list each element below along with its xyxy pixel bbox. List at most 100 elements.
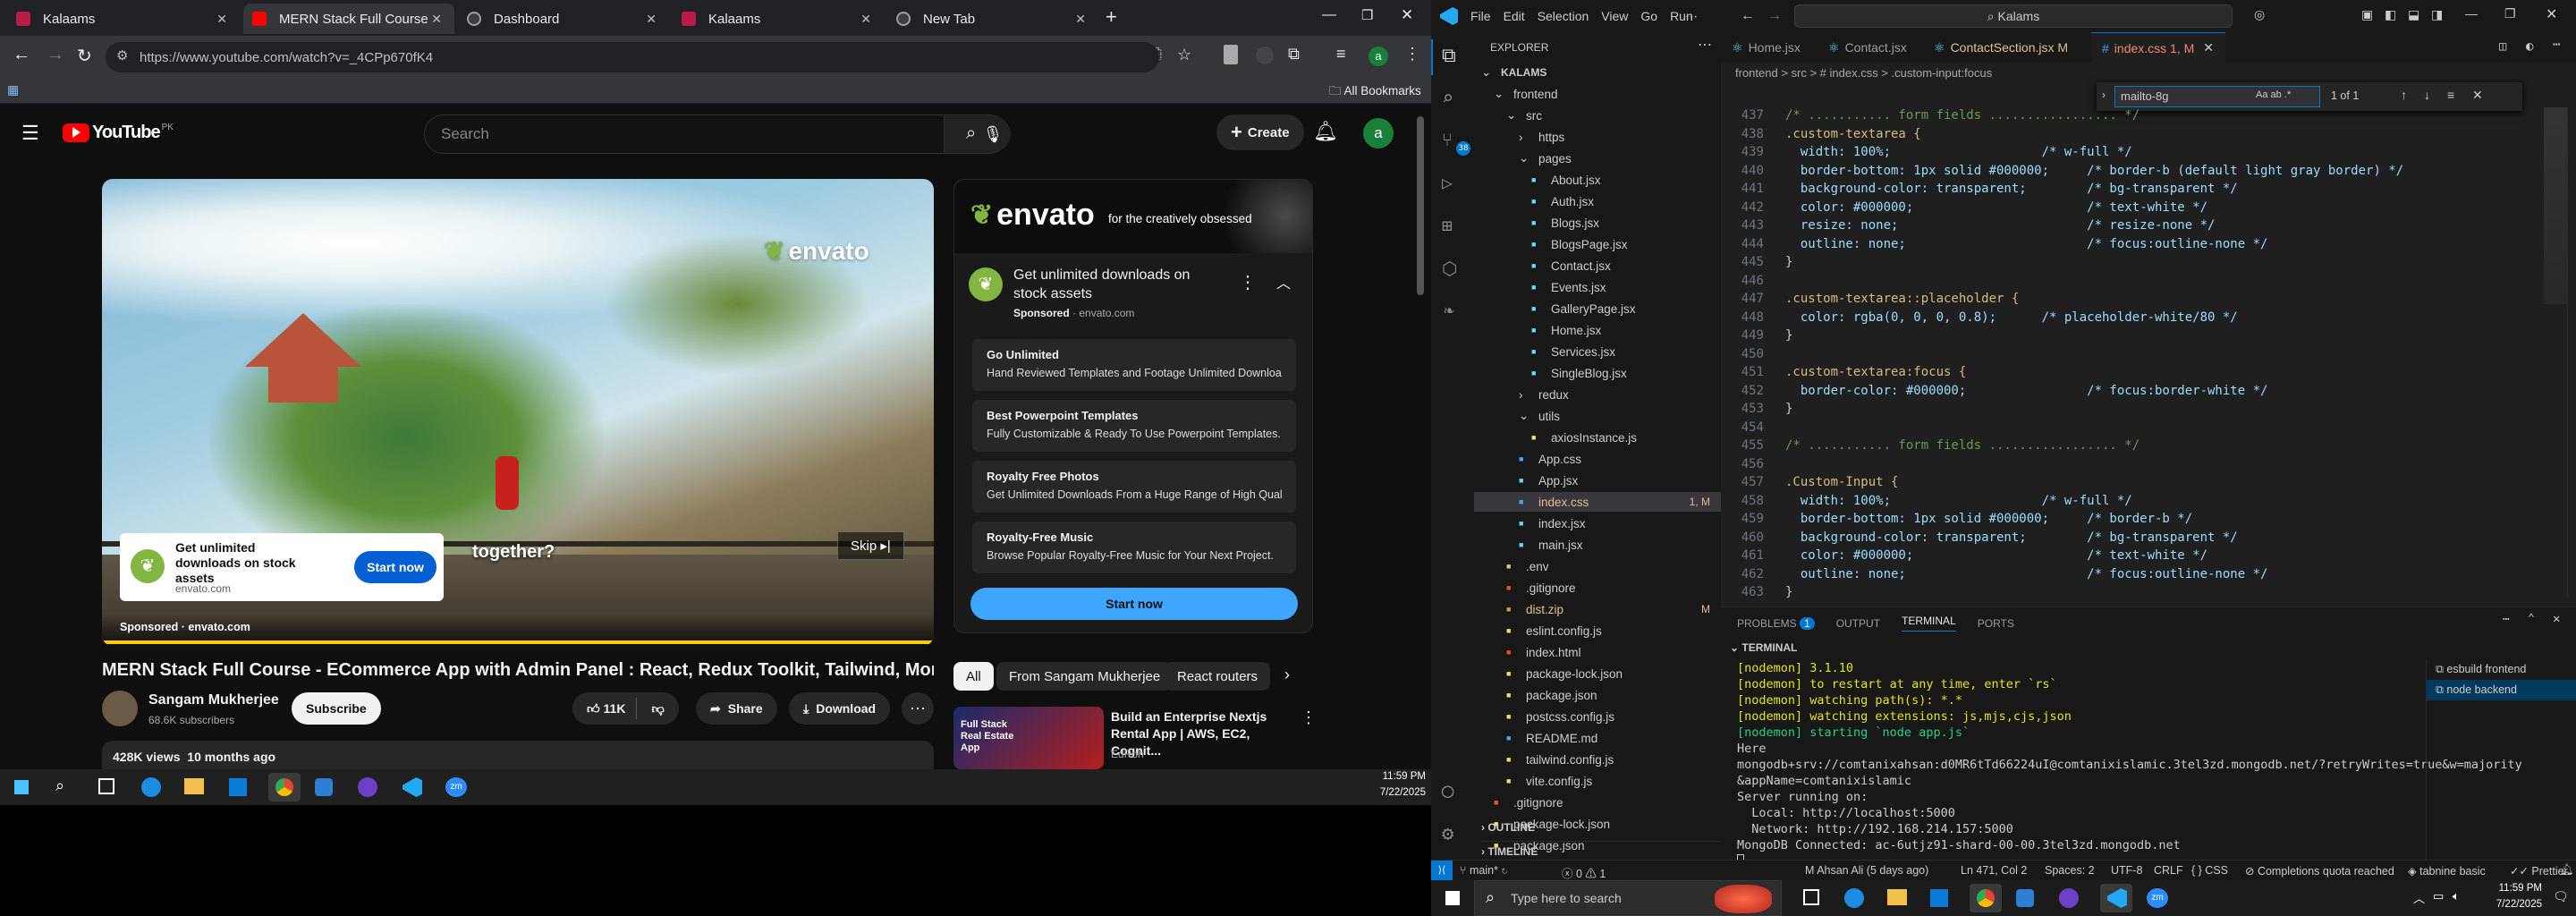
maximize-button[interactable]: ❐	[1361, 7, 1373, 23]
editor-tab-home[interactable]: ⚛ Home.jsx	[1721, 32, 1818, 63]
branch-indicator[interactable]: ⑂ main* ↻	[1460, 864, 1508, 877]
split-editor-icon[interactable]: ◫	[2499, 39, 2506, 54]
end-of-line[interactable]: CRLF	[2154, 864, 2183, 877]
menu-go[interactable]: Go	[1640, 9, 1657, 23]
nav-forward-icon[interactable]: →	[1767, 8, 1782, 24]
terminal-output[interactable]: [nodemon] 3.1.10 [nodemon] to restart at …	[1721, 661, 2522, 876]
vscode-icon[interactable]	[402, 777, 422, 797]
layout-icon[interactable]: ▣	[2361, 7, 2373, 22]
tab-dashboard[interactable]: Dashboard ✕	[458, 4, 669, 34]
tab-kalaams-1[interactable]: Kalaams ✕	[7, 4, 240, 34]
toggle-sidebar-icon[interactable]: ◧	[2385, 7, 2396, 22]
tabnine-status[interactable]: ◈ tabnine basic	[2408, 864, 2486, 878]
remote-indicator-icon[interactable]: ⟩⟨	[1431, 861, 1453, 881]
copilot-status[interactable]: ⊘ Completions quota reached	[2245, 864, 2394, 878]
volume-icon[interactable]: 🔈︎	[2453, 889, 2460, 903]
mongodb-icon[interactable]: ❧	[1444, 299, 1454, 320]
channel-avatar[interactable]	[102, 691, 138, 726]
tree-item[interactable]: ■ vite.config.js	[1474, 771, 1721, 791]
terminal-node[interactable]: ⧉ node backend	[2427, 680, 2576, 700]
menu-edit[interactable]: Edit	[1504, 9, 1525, 23]
close-window-button[interactable]: ✕	[2546, 5, 2557, 23]
side-ad-cta-button[interactable]: Start now	[970, 588, 1298, 620]
tree-item[interactable]: ■ axiosInstance.js	[1474, 428, 1721, 447]
code-editor[interactable]: 437 /* ........... form fields ..........…	[1721, 107, 2526, 599]
tree-item[interactable]: ■ index.jsx	[1474, 513, 1721, 533]
github-desktop-icon[interactable]	[2059, 888, 2079, 908]
overlay-ad-card[interactable]: ❦ Get unlimited downloads on stock asset…	[120, 533, 444, 601]
extensions-icon[interactable]: ⊞	[1442, 215, 1453, 236]
like-button[interactable]: 👍︎ 11K	[572, 701, 636, 717]
network-icon[interactable]: ▭	[2433, 889, 2444, 903]
tree-item[interactable]: ■ Home.jsx	[1474, 320, 1721, 340]
editor-tab-contact[interactable]: ⚛ Contact.jsx	[1818, 32, 1923, 63]
panel-tab-ports[interactable]: PORTS	[1978, 617, 2014, 630]
indentation[interactable]: Spaces: 2	[2045, 864, 2095, 877]
copilot-icon[interactable]: ◎	[2254, 7, 2265, 22]
ad-link-row[interactable]: Royalty-Free Music Browse Popular Royalty…	[972, 522, 1296, 573]
timeline-section[interactable]: › TIMELINE	[1481, 841, 1721, 858]
task-view-icon[interactable]	[98, 778, 114, 794]
close-icon[interactable]: ✕	[216, 12, 227, 27]
more-actions-icon[interactable]: ⋯	[902, 692, 934, 725]
tree-item[interactable]: ■ Events.jsx	[1474, 277, 1721, 297]
tree-item[interactable]: ■ postcss.config.js	[1474, 707, 1721, 726]
ad-link-row[interactable]: Best Powerpoint Templates Fully Customiza…	[972, 400, 1296, 452]
more-menu-icon[interactable]: ⋯	[1685, 9, 1698, 24]
tray-chevron-icon[interactable]: ︿	[2413, 889, 2425, 906]
tree-item[interactable]: ⌄ utils	[1474, 406, 1721, 426]
task-view-icon[interactable]	[1803, 889, 1819, 905]
tree-item[interactable]: ⌄ src	[1474, 106, 1721, 125]
language-mode[interactable]: { } CSS	[2191, 864, 2228, 877]
tab-youtube[interactable]: MERN Stack Full Course - ECon✕	[243, 4, 454, 34]
encoding[interactable]: UTF-8	[2111, 864, 2142, 877]
remote-explorer-icon[interactable]: ⬡	[1442, 258, 1457, 279]
apps-icon[interactable]: ▦	[7, 82, 19, 98]
ad-link-row[interactable]: Go Unlimited Hand Reviewed Templates and …	[972, 339, 1296, 391]
menu-view[interactable]: View	[1601, 9, 1628, 23]
problems-indicator[interactable]: ⓧ 0 ⚠ 1	[1562, 864, 1606, 881]
dislike-icon[interactable]: 👎︎	[637, 701, 678, 717]
ad-link-row[interactable]: Royalty Free Photos Get Unlimited Downloa…	[972, 461, 1296, 513]
tree-item[interactable]: ■ .gitignore	[1474, 578, 1721, 598]
chevron-right-icon[interactable]: ›	[1284, 666, 1290, 684]
tree-item[interactable]: ⌄ pages	[1474, 148, 1721, 168]
tree-item[interactable]: ■ tailwind.config.js	[1474, 750, 1721, 769]
tree-item[interactable]: ■ BlogsPage.jsx	[1474, 234, 1721, 254]
new-tab-button[interactable]: +	[1106, 5, 1117, 29]
tab-new-tab[interactable]: New Tab ✕	[887, 4, 1098, 34]
close-icon[interactable]: ✕	[1075, 12, 1086, 27]
git-blame[interactable]: M Ahsan Ali (5 days ago)	[1805, 864, 1928, 877]
editor-tab-contactsection[interactable]: ⚛ ContactSection.jsx M	[1923, 32, 2091, 63]
command-center-search[interactable]: ⌕ Kalams	[1794, 4, 2233, 28]
cursor-position[interactable]: Ln 471, Col 2	[1961, 864, 2027, 877]
toggle-replace-icon[interactable]: ›	[2102, 89, 2106, 101]
subscribe-button[interactable]: Subscribe	[292, 692, 381, 725]
maximize-button[interactable]: ❐	[2504, 6, 2516, 21]
github-desktop-icon[interactable]	[358, 777, 377, 797]
tree-item[interactable]: ■ App.jsx	[1474, 471, 1721, 490]
tree-item[interactable]: ■ package-lock.json	[1474, 664, 1721, 683]
find-in-selection-icon[interactable]: ≡	[2447, 88, 2454, 102]
download-button[interactable]: ⤓ Download	[789, 692, 891, 725]
chip-react-routers[interactable]: React routers	[1165, 662, 1271, 691]
channel-name[interactable]: Sangam Mukherjee	[148, 692, 279, 708]
editor-tab-indexcss[interactable]: # index.css 1, M ✕	[2091, 32, 2225, 63]
app-icon[interactable]	[315, 778, 333, 796]
settings-gear-icon[interactable]: ⚙	[1442, 823, 1453, 845]
tree-item[interactable]: ■ Blogs.jsx	[1474, 213, 1721, 233]
notifications-bell-icon[interactable]: 🔔︎	[1313, 120, 1338, 143]
ad-banner[interactable]: ❦ envato for the creatively obsessed	[954, 180, 1312, 253]
address-bar[interactable]: ⚙ https://www.youtube.com/watch?v=_4CPp6…	[106, 42, 1159, 72]
chip-from-channel[interactable]: From Sangam Mukherjee	[996, 662, 1174, 691]
close-icon[interactable]: ✕	[431, 12, 442, 27]
tree-item[interactable]: ■ package.json	[1474, 685, 1721, 705]
clock-date[interactable]: 7/22/2025	[2485, 899, 2542, 910]
tree-item[interactable]: ■ .gitignore	[1474, 793, 1721, 812]
forward-icon[interactable]: →	[47, 45, 64, 65]
panel-tab-terminal[interactable]: TERMINAL	[1902, 615, 1956, 632]
panel-tab-problems[interactable]: PROBLEMS 1	[1737, 616, 1815, 630]
editor-scrollbar[interactable]	[2567, 107, 2576, 599]
site-info-icon[interactable]: ⚙	[116, 47, 128, 64]
file-explorer-icon[interactable]	[1887, 889, 1907, 905]
